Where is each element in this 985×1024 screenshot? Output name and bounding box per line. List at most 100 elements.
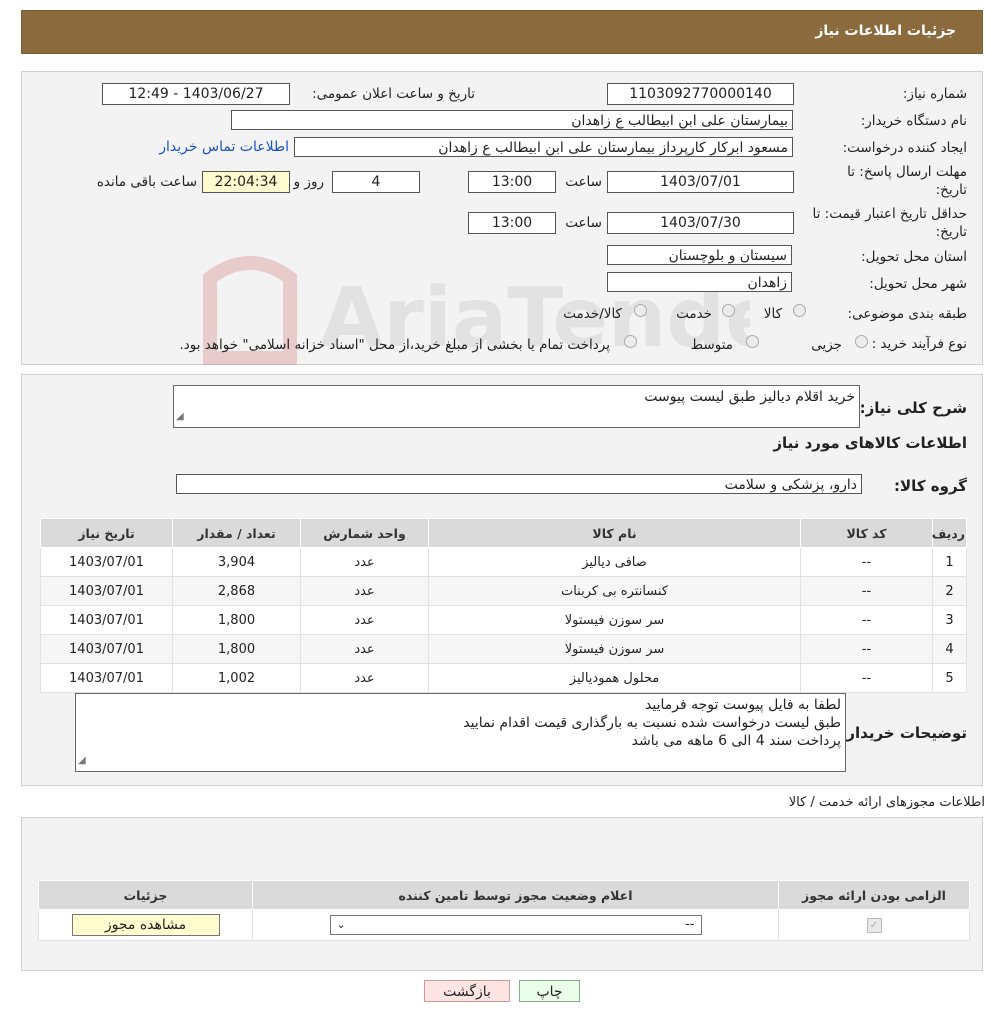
remaining-time-field: 22:04:34: [202, 171, 290, 193]
buyer-notes-label: توضیحات خریدار:: [840, 724, 967, 742]
cell-name: سر سوزن فیستولا: [428, 605, 801, 635]
need-number-label: شماره نیاز:: [902, 86, 967, 102]
deadline-date-field: 1403/07/01: [607, 171, 794, 193]
deadline-time-label: ساعت: [565, 174, 602, 190]
table-row: ✓ -- ⌄ مشاهده مجوز: [38, 909, 970, 941]
province-label: استان محل تحویل:: [861, 249, 967, 265]
cell-qty: 3,904: [172, 547, 301, 577]
cell-name: سر سوزن فیستولا: [428, 634, 801, 664]
cell-date: 1403/07/01: [40, 605, 173, 635]
col-header-code: کد کالا: [800, 518, 933, 548]
col-header-details: جزئیات: [38, 880, 253, 910]
cell-unit: عدد: [300, 663, 429, 693]
required-cell: ✓: [778, 909, 970, 941]
cell-unit: عدد: [300, 576, 429, 606]
cell-qty: 2,868: [172, 576, 301, 606]
table-row: 2 -- کنسانتره بی کربنات عدد 2,868 1403/0…: [40, 576, 967, 606]
validity-time-field: 13:00: [468, 212, 556, 234]
permits-title: اطلاعات مجوزهای ارائه خدمت / کالا: [788, 795, 985, 810]
buyer-org-label: نام دستگاه خریدار:: [860, 113, 967, 129]
description-label: شرح کلی نیاز:: [859, 399, 967, 417]
goods-info-title: اطلاعات کالاهای مورد نیاز: [773, 434, 967, 452]
col-header-unit: واحد شمارش: [300, 518, 429, 548]
cell-date: 1403/07/01: [40, 576, 173, 606]
col-header-date: تاریخ نیاز: [40, 518, 173, 548]
payment-note: پرداخت تمام یا بخشی از مبلغ خرید،از محل …: [179, 337, 610, 353]
col-header-name: نام کالا: [428, 518, 801, 548]
payment-treasury-checkbox[interactable]: [624, 335, 637, 348]
cell-qty: 1,002: [172, 663, 301, 693]
deadline-time-field: 13:00: [468, 171, 556, 193]
validity-time-label: ساعت: [565, 215, 602, 231]
resize-grip-icon[interactable]: ◢: [78, 752, 86, 770]
cell-row: 2: [932, 576, 967, 606]
goods-group-label: گروه کالا:: [894, 477, 967, 495]
col-header-status: اعلام وضعیت مجوز توسط تامین کننده: [252, 880, 779, 910]
table-row: 5 -- محلول همودیالیز عدد 1,002 1403/07/0…: [40, 663, 967, 693]
category-service-radio[interactable]: [722, 304, 735, 317]
cell-unit: عدد: [300, 547, 429, 577]
view-permit-button[interactable]: مشاهده مجوز: [71, 914, 220, 936]
category-label: طبقه بندی موضوعی:: [847, 306, 967, 322]
cell-qty: 1,800: [172, 605, 301, 635]
cell-row: 3: [932, 605, 967, 635]
permit-status-select[interactable]: -- ⌄: [329, 915, 702, 935]
process-medium-radio[interactable]: [746, 335, 759, 348]
cell-qty: 1,800: [172, 634, 301, 664]
buyer-notes-line: طبق لیست درخواست شده نسبت به بارگذاری قی…: [463, 715, 841, 731]
resize-grip-icon[interactable]: ◢: [176, 408, 184, 426]
cell-row: 5: [932, 663, 967, 693]
cell-code: --: [800, 663, 933, 693]
buyer-notes-field: لطفا به فایل پیوست توجه فرمایید طبق لیست…: [75, 693, 846, 772]
cell-date: 1403/07/01: [40, 547, 173, 577]
process-label: نوع فرآیند خرید :: [871, 336, 967, 352]
announce-label: تاریخ و ساعت اعلان عمومی:: [312, 86, 475, 102]
col-header-required: الزامی بودن ارائه مجوز: [778, 880, 970, 910]
back-button[interactable]: بازگشت: [424, 980, 510, 1002]
buyer-org-field: بیمارستان علی ابن ابیطالب ع زاهدان: [231, 110, 793, 130]
validity-label-date: تاریخ:: [935, 224, 967, 240]
province-field: سیستان و بلوچستان: [607, 245, 792, 265]
permits-table-header: الزامی بودن ارائه مجوز اعلام وضعیت مجوز …: [38, 880, 970, 910]
days-field: 4: [332, 171, 420, 193]
print-button[interactable]: چاپ: [519, 980, 580, 1002]
cell-code: --: [800, 576, 933, 606]
description-text: خرید اقلام دیالیز طبق لیست پیوست: [644, 389, 855, 405]
cell-name: کنسانتره بی کربنات: [428, 576, 801, 606]
table-row: 4 -- سر سوزن فیستولا عدد 1,800 1403/07/0…: [40, 634, 967, 664]
cell-code: --: [800, 605, 933, 635]
page-title: جزئیات اطلاعات نیاز: [815, 23, 956, 39]
city-field: زاهدان: [607, 272, 792, 292]
cell-row: 1: [932, 547, 967, 577]
details-cell: مشاهده مجوز: [38, 909, 253, 941]
process-partial-radio[interactable]: [855, 335, 868, 348]
need-number-field: 1103092770000140: [607, 83, 794, 105]
chevron-down-icon: ⌄: [336, 918, 346, 931]
cell-unit: عدد: [300, 634, 429, 664]
cell-unit: عدد: [300, 605, 429, 635]
cell-code: --: [800, 547, 933, 577]
required-checkbox[interactable]: ✓: [866, 918, 882, 933]
cell-date: 1403/07/01: [40, 634, 173, 664]
cell-row: 4: [932, 634, 967, 664]
status-cell: -- ⌄: [252, 909, 779, 941]
cell-date: 1403/07/01: [40, 663, 173, 693]
days-label: روز و: [293, 174, 324, 190]
category-goods-service-radio[interactable]: [634, 304, 647, 317]
col-header-row: ردیف: [932, 518, 967, 548]
col-header-qty: تعداد / مقدار: [172, 518, 301, 548]
table-row: 1 -- صافی دیالیز عدد 3,904 1403/07/01: [40, 547, 967, 577]
category-goods-radio[interactable]: [793, 304, 806, 317]
buyer-contact-link[interactable]: اطلاعات تماس خریدار: [159, 139, 289, 155]
city-label: شهر محل تحویل:: [869, 276, 967, 292]
page-header: جزئیات اطلاعات نیاز: [21, 10, 983, 54]
creator-label: ایجاد کننده درخواست:: [842, 140, 967, 156]
validity-label: حداقل تاریخ اعتبار قیمت: تا: [812, 206, 967, 222]
items-table-header: ردیف کد کالا نام کالا واحد شمارش تعداد /…: [40, 518, 967, 548]
items-table: ردیف کد کالا نام کالا واحد شمارش تعداد /…: [40, 518, 967, 693]
cell-name: صافی دیالیز: [428, 547, 801, 577]
goods-group-field: دارو، پزشکی و سلامت: [176, 474, 862, 494]
description-field: خرید اقلام دیالیز طبق لیست پیوست ◢: [173, 385, 860, 428]
category-goods-label: کالا: [763, 306, 782, 322]
creator-field: مسعود ابرکار کارپرداز بیمارستان علی ابن …: [294, 137, 793, 157]
